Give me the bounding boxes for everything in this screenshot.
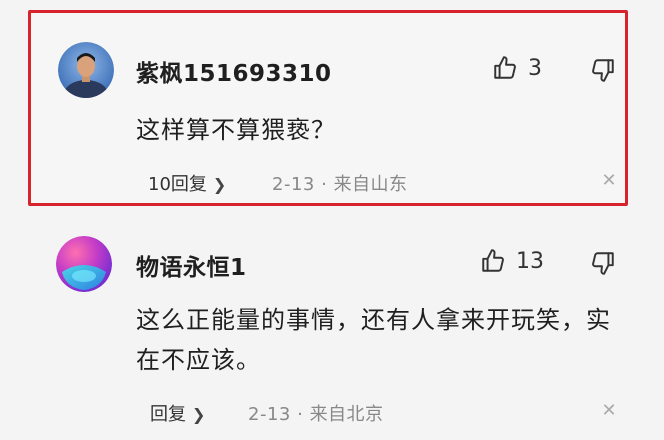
comment-location: 来自山东 [333,174,408,195]
chevron-right-icon: ❯ [192,405,206,424]
thumbs-up-icon[interactable] [480,248,506,274]
reply-label: 10回复 [148,174,207,195]
comment-meta: 2-13 · 来自山东 [272,170,408,196]
comment-text: 这么正能量的事情，还有人拿来开玩笑，实在不应该。 [136,306,611,374]
username[interactable]: 物语永恒1 [136,248,247,282]
comment-location: 来自北京 [309,404,384,425]
like-count: 3 [528,56,542,81]
close-icon[interactable]: ✕ [600,172,618,190]
like-count: 13 [516,249,544,274]
avatar[interactable] [56,236,112,292]
reply-button[interactable]: 回复 ❯ [150,400,205,426]
thumbs-down-icon[interactable] [590,250,616,276]
chevron-right-icon: ❯ [212,175,227,194]
thumbs-down-icon[interactable] [590,57,616,83]
meta-separator: · [297,404,304,425]
comment-item: 物语永恒1 13 这么正能量的事情，还有人拿来开玩笑，实在不应该。 回复 ❯ 2-… [0,220,664,440]
comment-item: 紫枫151693310 3 这样算不算猥亵？ 10回复 ❯ 2-13 · 来自山东… [0,0,664,220]
close-icon[interactable]: ✕ [600,402,618,420]
meta-separator: · [321,174,328,195]
thumbs-up-icon[interactable] [492,55,518,81]
comment-date: 2-13 [272,174,315,195]
comment-meta: 2-13 · 来自北京 [248,400,384,426]
reply-button[interactable]: 10回复 ❯ [148,170,226,196]
comment-date: 2-13 [248,404,291,425]
comment-text: 这样算不算猥亵？ [136,116,336,144]
username[interactable]: 紫枫151693310 [136,54,332,88]
avatar[interactable] [58,42,114,98]
reply-label: 回复 [150,404,186,425]
